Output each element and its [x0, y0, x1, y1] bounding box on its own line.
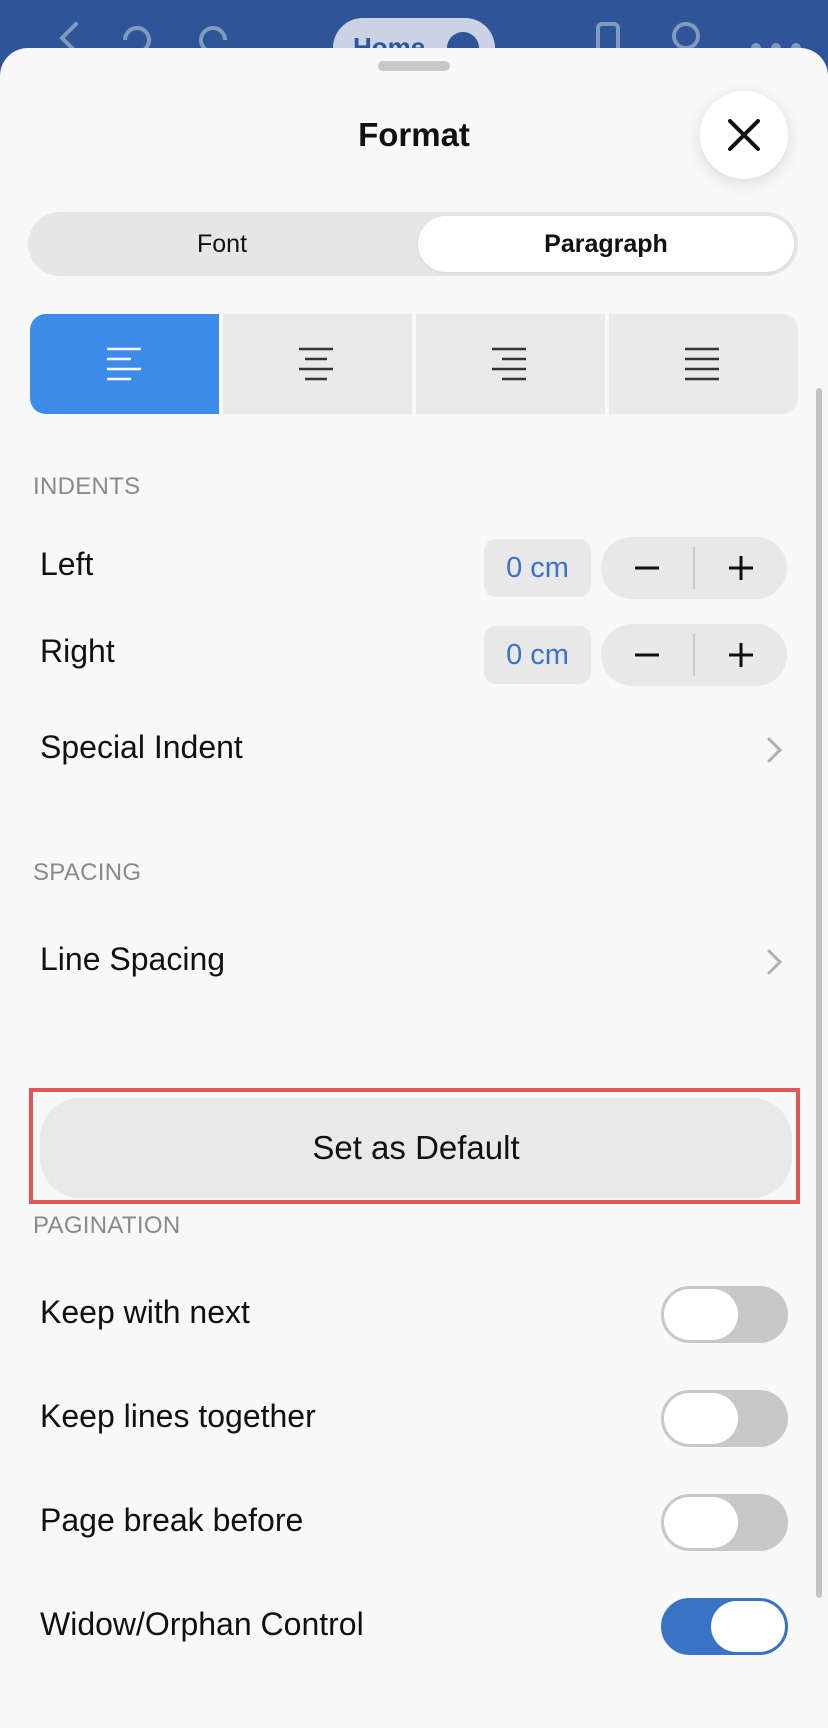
special-indent-label[interactable]: Special Indent [40, 729, 243, 766]
align-right-icon [492, 347, 526, 381]
toggle-knob [664, 1497, 738, 1548]
tab-paragraph[interactable]: Paragraph [418, 216, 794, 272]
left-indent-value[interactable]: 0 cm [484, 539, 591, 597]
indents-header: INDENTS [33, 473, 141, 500]
plus-icon [729, 643, 753, 667]
widow-orphan-control-label: Widow/Orphan Control [40, 1606, 364, 1642]
right-indent-value[interactable]: 0 cm [484, 626, 591, 684]
plus-icon [729, 556, 753, 580]
align-center-button[interactable] [223, 314, 412, 414]
spacing-header: SPACING [33, 859, 142, 886]
left-indent-increment-button[interactable] [695, 537, 787, 599]
keep-lines-together-label: Keep lines together [40, 1398, 316, 1434]
pagination-header: PAGINATION [33, 1212, 181, 1239]
toggle-knob [664, 1393, 738, 1444]
scrollbar[interactable] [816, 388, 822, 1598]
left-indent-decrement-button[interactable] [601, 537, 693, 599]
align-justify-icon [685, 347, 719, 381]
left-indent-label: Left [40, 546, 94, 582]
minus-icon [635, 566, 659, 570]
highlight-frame [29, 1088, 800, 1204]
keep-with-next-toggle[interactable] [661, 1286, 788, 1343]
left-indent-stepper [601, 537, 787, 599]
page-break-before-toggle[interactable] [661, 1494, 788, 1551]
align-right-button[interactable] [416, 314, 605, 414]
widow-orphan-control-toggle[interactable] [661, 1598, 788, 1655]
toggle-knob [711, 1601, 785, 1652]
line-spacing-label[interactable]: Line Spacing [40, 941, 225, 978]
alignment-group [30, 314, 798, 414]
keep-lines-together-toggle[interactable] [661, 1390, 788, 1447]
align-center-icon [299, 347, 333, 381]
toggle-knob [664, 1289, 738, 1340]
right-indent-increment-button[interactable] [695, 624, 787, 686]
close-button[interactable] [700, 91, 788, 179]
right-indent-stepper [601, 624, 787, 686]
keep-with-next-label: Keep with next [40, 1294, 250, 1330]
tab-font[interactable]: Font [32, 216, 412, 272]
minus-icon [635, 653, 659, 657]
chevron-right-icon [767, 737, 783, 763]
right-indent-decrement-button[interactable] [601, 624, 693, 686]
chevron-right-icon [767, 949, 783, 975]
close-icon [728, 119, 760, 151]
format-sheet: Format Font Paragraph INDENTS Left 0 cm … [0, 48, 828, 1728]
format-tabs: Font Paragraph [28, 212, 798, 276]
align-justify-button[interactable] [609, 314, 798, 414]
align-left-button[interactable] [30, 314, 219, 414]
sheet-grabber[interactable] [378, 61, 450, 71]
right-indent-label: Right [40, 633, 115, 669]
align-left-icon [107, 347, 141, 381]
page-break-before-label: Page break before [40, 1502, 304, 1538]
